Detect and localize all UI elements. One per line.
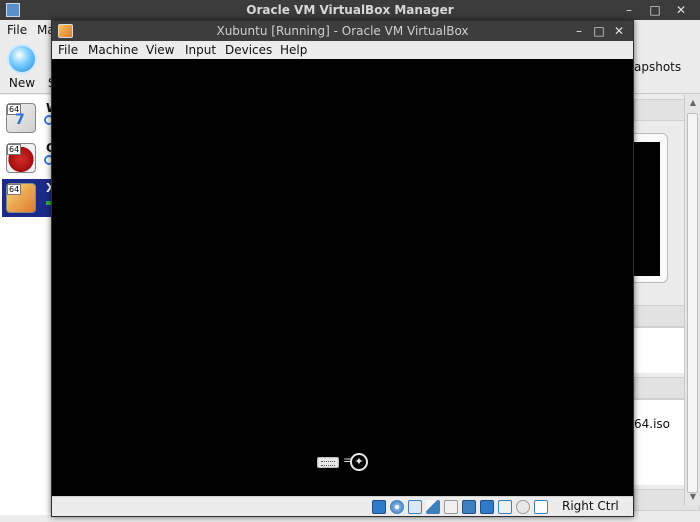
host-key-arrow-icon (534, 500, 548, 514)
vm-window: Xubuntu [Running] - Oracle VM VirtualBox… (51, 20, 634, 517)
storage-iso-name: 64.iso (634, 417, 671, 431)
guest-screen[interactable]: = ✦ (52, 59, 633, 496)
vm-menu-help[interactable]: Help (280, 41, 307, 59)
manager-titlebar[interactable]: Oracle VM VirtualBox Manager – □ ✕ (0, 0, 700, 20)
vm-window-title: Xubuntu [Running] - Oracle VM VirtualBox (216, 24, 469, 38)
keyboard-icon (317, 457, 339, 468)
snapshots-button-label[interactable]: apshots (634, 60, 681, 74)
close-icon[interactable]: ✕ (672, 0, 690, 20)
vm-list: 64 7 W 64 O 64 X (0, 95, 59, 515)
manager-title: Oracle VM VirtualBox Manager (246, 3, 454, 17)
new-button-label: New (8, 76, 36, 90)
mouse-integration-icon[interactable] (516, 500, 530, 514)
scroll-up-icon[interactable]: ▲ (687, 97, 699, 109)
new-vm-icon (9, 46, 35, 72)
vm-titlebar[interactable]: Xubuntu [Running] - Oracle VM VirtualBox… (52, 21, 633, 41)
vm-menu-view[interactable]: View (146, 41, 174, 59)
vm-menubar: File Machine View Input Devices Help (52, 41, 633, 59)
audio-icon[interactable] (408, 500, 422, 514)
arch-badge: 64 (7, 184, 22, 195)
host-key-label: Right Ctrl (562, 499, 619, 513)
maximize-icon[interactable]: □ (590, 21, 608, 41)
vm-menu-file[interactable]: File (58, 41, 78, 59)
vm-menu-machine[interactable]: Machine (88, 41, 138, 59)
arch-badge: 64 (7, 144, 22, 155)
network-icon[interactable] (426, 500, 440, 514)
details-scrollbar[interactable]: ▲ ▼ (684, 95, 700, 505)
accessibility-icon[interactable]: ✦ (350, 453, 368, 471)
vm-list-item-redhat[interactable]: 64 O (2, 139, 56, 177)
minimize-icon[interactable]: – (570, 21, 588, 41)
usb-icon[interactable] (444, 500, 458, 514)
vm-list-item-xubuntu[interactable]: 64 X (2, 179, 55, 217)
virtualbox-app-icon (6, 3, 20, 17)
vm-preview (634, 133, 668, 283)
manager-menu-file[interactable]: File (7, 20, 27, 40)
close-icon[interactable]: ✕ (610, 21, 628, 41)
scroll-thumb[interactable] (687, 113, 698, 493)
redhat-vm-icon: 64 (6, 143, 36, 173)
windows7-vm-icon: 64 7 (6, 103, 36, 133)
optical-drive-icon[interactable] (390, 500, 404, 514)
vm-list-item-windows[interactable]: 64 7 W (2, 99, 59, 137)
xubuntu-vm-icon (58, 24, 73, 38)
video-capture-icon[interactable] (498, 500, 512, 514)
vm-statusbar: Right Ctrl (52, 496, 633, 516)
preview-screen (634, 142, 660, 276)
shared-folders-icon[interactable] (462, 500, 476, 514)
display-icon[interactable] (480, 500, 494, 514)
scroll-down-icon[interactable]: ▼ (687, 491, 699, 503)
maximize-icon[interactable]: □ (646, 0, 664, 20)
vm-menu-input[interactable]: Input (185, 41, 216, 59)
minimize-icon[interactable]: – (620, 0, 638, 20)
vm-menu-devices[interactable]: Devices (225, 41, 272, 59)
hard-disk-icon[interactable] (372, 500, 386, 514)
xubuntu-vm-icon: 64 (6, 183, 36, 213)
new-button[interactable]: New (4, 46, 40, 92)
